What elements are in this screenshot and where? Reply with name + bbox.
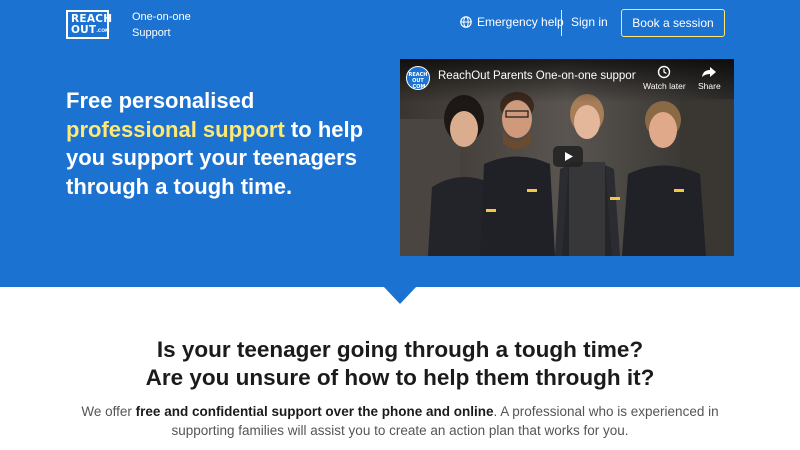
video-title[interactable]: ReachOut Parents One-on-one support | Re… [438, 70, 636, 82]
section-description: We offer free and confidential support o… [60, 402, 740, 440]
watch-later-button[interactable]: Watch later [643, 65, 686, 91]
desc-pre: We offer [81, 404, 136, 419]
emergency-help-link[interactable]: Emergency help [460, 15, 564, 29]
nav-divider [561, 10, 562, 36]
hero-headline: Free personalised professional support t… [66, 87, 376, 201]
headline-pre: Free personalised [66, 88, 255, 113]
emergency-help-label: Emergency help [477, 15, 564, 29]
logo-line2: OUT.COM [71, 23, 110, 36]
watch-later-label: Watch later [643, 81, 686, 91]
video-player[interactable]: REACH OUT .COM ReachOut Parents One-on-o… [400, 59, 734, 256]
globe-icon [460, 16, 472, 28]
channel-badge-line3: .COM [410, 84, 426, 90]
play-icon[interactable] [553, 146, 583, 167]
section-question: Is your teenager going through a tough t… [0, 336, 800, 392]
channel-badge[interactable]: REACH OUT .COM [406, 66, 430, 90]
desc-bold: free and confidential support over the p… [135, 404, 494, 419]
site-tagline: One-on-one Support [132, 11, 191, 39]
sign-in-link[interactable]: Sign in [571, 15, 608, 29]
book-session-button[interactable]: Book a session [621, 9, 725, 37]
share-icon [702, 67, 717, 77]
hero-pointer-arrow [383, 286, 417, 304]
headline-mid: to [290, 116, 312, 142]
headline-highlight: professional support [66, 116, 285, 142]
clock-icon [658, 65, 671, 79]
share-button[interactable]: Share [698, 65, 721, 91]
share-label: Share [698, 81, 721, 91]
logo-suffix: .COM [96, 28, 110, 34]
question-line2: Are you unsure of how to help them throu… [145, 365, 655, 390]
reachout-logo[interactable]: REACH OUT.COM [66, 10, 112, 39]
logo-line2-text: OUT [71, 23, 97, 36]
question-line1: Is your teenager going through a tough t… [156, 337, 644, 362]
